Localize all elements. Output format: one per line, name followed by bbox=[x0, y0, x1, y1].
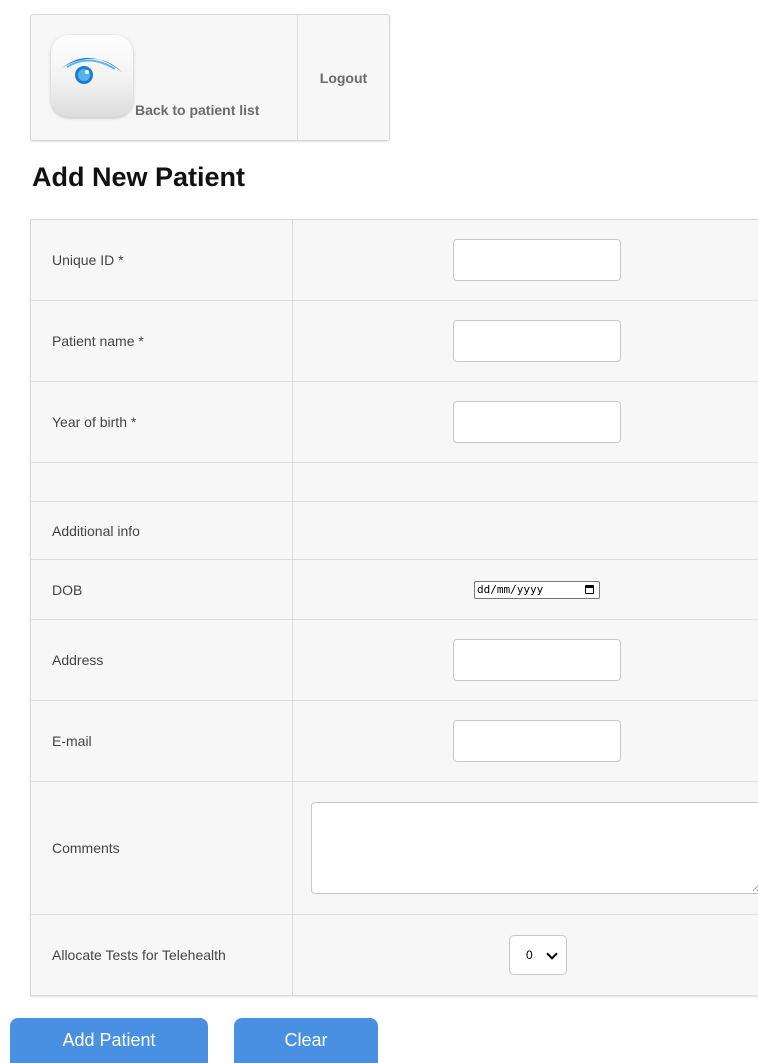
year-of-birth-label: Year of birth * bbox=[30, 381, 293, 463]
page-title: Add New Patient bbox=[32, 162, 246, 192]
back-to-patient-list-link[interactable]: Back to patient list bbox=[31, 15, 298, 140]
dob-placeholder: dd/mm/yyyy bbox=[477, 583, 544, 597]
telehealth-selected-value: 0 bbox=[526, 948, 533, 962]
resize-handle-icon[interactable] bbox=[753, 883, 758, 891]
dob-label: DOB bbox=[30, 559, 293, 620]
form-row-patient-name: Patient name * bbox=[30, 300, 758, 382]
form-row-address: Address bbox=[30, 619, 758, 701]
chevron-down-icon bbox=[546, 948, 558, 960]
form-row-additional-info: Additional info bbox=[30, 501, 758, 560]
add-patient-button[interactable]: Add Patient bbox=[10, 1018, 208, 1063]
form-row-email: E-mail bbox=[30, 700, 758, 782]
eye-icon bbox=[51, 35, 133, 117]
address-label: Address bbox=[30, 619, 293, 701]
patient-name-label: Patient name * bbox=[30, 300, 293, 382]
unique-id-input[interactable] bbox=[453, 239, 621, 281]
form-row-year-of-birth: Year of birth * bbox=[30, 381, 758, 463]
form-row-telehealth: Allocate Tests for Telehealth 0 bbox=[30, 914, 758, 996]
dob-date-input[interactable]: dd/mm/yyyy bbox=[474, 580, 600, 599]
clear-button[interactable]: Clear bbox=[234, 1018, 378, 1063]
year-of-birth-input[interactable] bbox=[453, 401, 621, 443]
form-row-unique-id: Unique ID * bbox=[30, 219, 758, 301]
form-row-spacer bbox=[30, 462, 758, 502]
logout-button[interactable]: Logout bbox=[298, 15, 389, 140]
telehealth-label: Allocate Tests for Telehealth bbox=[30, 914, 293, 996]
additional-info-heading: Additional info bbox=[30, 501, 293, 560]
back-link-label: Back to patient list bbox=[135, 102, 260, 118]
form-row-comments: Comments bbox=[30, 781, 758, 915]
telehealth-tests-select[interactable]: 0 bbox=[509, 935, 567, 975]
unique-id-label: Unique ID * bbox=[30, 219, 293, 301]
comments-textarea[interactable] bbox=[311, 802, 758, 894]
patient-name-input[interactable] bbox=[453, 320, 621, 362]
header-nav: Back to patient list Logout bbox=[30, 14, 390, 141]
email-label: E-mail bbox=[30, 700, 293, 782]
calendar-icon[interactable] bbox=[585, 584, 594, 594]
comments-label: Comments bbox=[30, 781, 293, 915]
patient-form: Unique ID * Patient name * Year of birth… bbox=[30, 219, 758, 996]
address-input[interactable] bbox=[453, 639, 621, 681]
email-input[interactable] bbox=[453, 720, 621, 762]
form-row-dob: DOB dd/mm/yyyy bbox=[30, 559, 758, 620]
